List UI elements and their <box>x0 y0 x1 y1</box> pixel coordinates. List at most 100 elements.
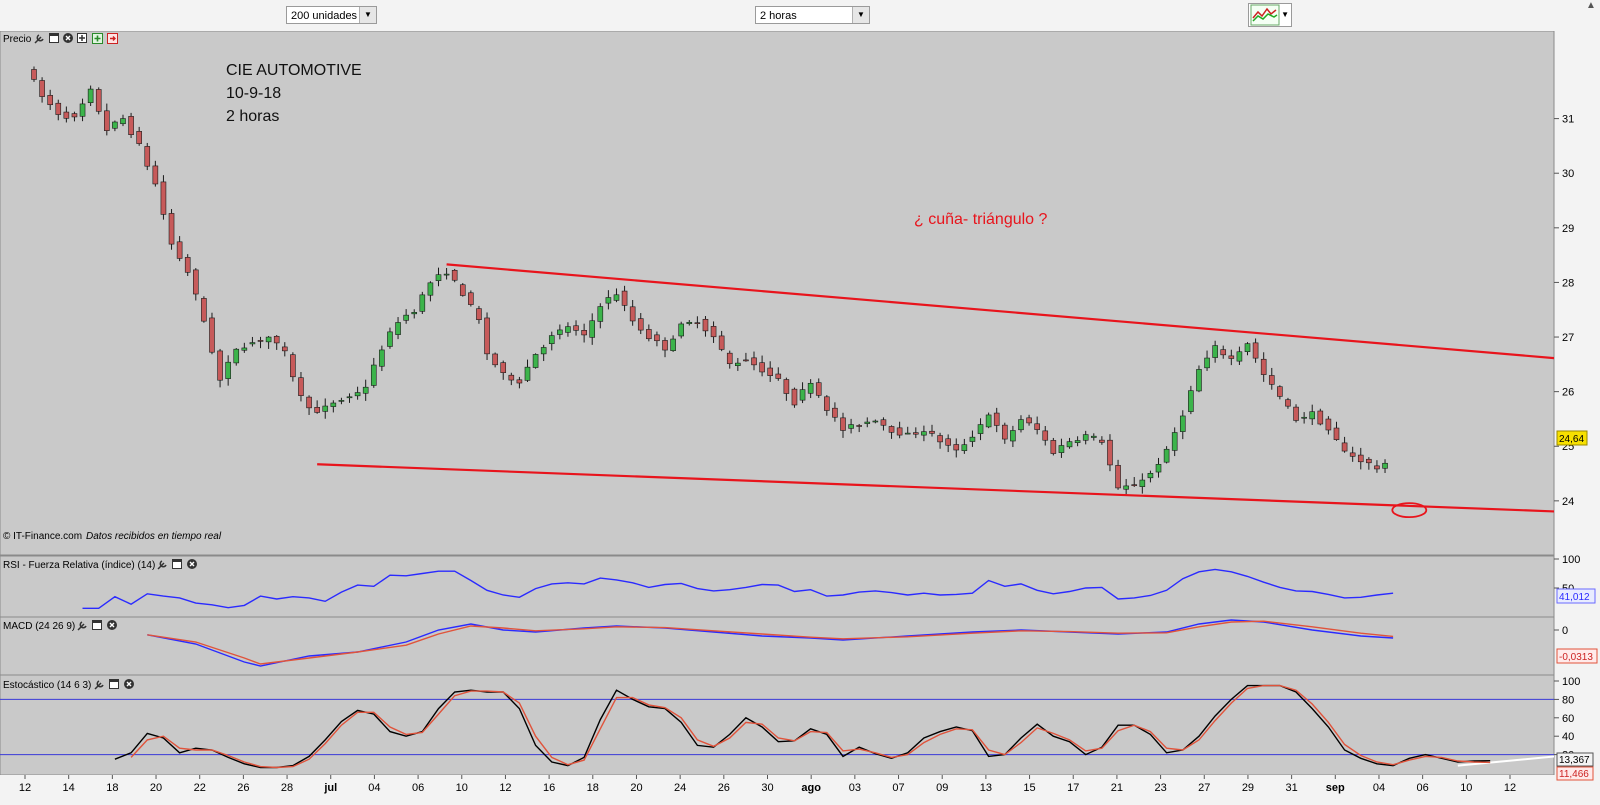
units-select[interactable]: 200 unidades ▼ <box>286 6 377 24</box>
candle-down <box>993 412 1000 426</box>
candle-down <box>508 374 515 381</box>
y-tick-label: 28 <box>1562 277 1574 289</box>
candle-down <box>184 257 191 273</box>
candle-down <box>468 292 474 305</box>
rsi-last-value: 41,012 <box>1559 592 1590 603</box>
chart-area: 3130292827262524 Precio RSI - Fuerza Rel… <box>0 31 1600 805</box>
candle-down <box>913 432 919 435</box>
candle-down <box>1349 452 1356 457</box>
candle-down <box>1034 423 1040 430</box>
source-realtime: Datos recibidos en tiempo real <box>86 531 222 542</box>
maximize-icon[interactable] <box>109 679 119 689</box>
candle-down <box>152 165 159 185</box>
candle-up <box>87 88 94 104</box>
export-icon[interactable] <box>107 33 118 44</box>
candle-up <box>807 382 814 394</box>
macd-panel <box>0 616 1555 676</box>
right-axis <box>1554 31 1600 805</box>
candle-up <box>848 424 854 429</box>
candle-up <box>1301 416 1307 419</box>
candle-down <box>1325 418 1332 431</box>
candle-down <box>459 284 466 296</box>
candle-down <box>1293 406 1299 421</box>
x-tick-label: 04 <box>1373 782 1385 794</box>
x-tick-label: 12 <box>499 782 511 794</box>
y-tick-label: 27 <box>1562 332 1574 344</box>
x-tick-label: 21 <box>1111 782 1123 794</box>
x-tick-label: 26 <box>237 782 249 794</box>
candle-down <box>702 318 709 332</box>
candle-up <box>354 392 361 397</box>
candle-up <box>1074 440 1081 443</box>
close-icon[interactable] <box>63 33 73 43</box>
x-tick-label: 31 <box>1285 782 1297 794</box>
add-indicator-icon[interactable] <box>77 33 87 43</box>
maximize-icon[interactable] <box>92 620 102 630</box>
x-tick-label: 23 <box>1154 782 1166 794</box>
candle-down <box>824 396 830 411</box>
scroll-up-icon[interactable]: ▲ <box>1582 0 1600 31</box>
y-tick-label: 100 <box>1562 676 1580 688</box>
units-select-value: 200 unidades <box>291 10 358 22</box>
chart-style-button[interactable]: ▼ <box>1248 3 1292 27</box>
candle-up <box>225 361 231 379</box>
close-icon[interactable] <box>187 559 197 569</box>
candle-up <box>1204 357 1210 369</box>
x-tick-label: 28 <box>281 782 293 794</box>
candle-down <box>726 352 733 365</box>
candle-up <box>346 396 353 399</box>
interval-select[interactable]: 2 horas ▼ <box>755 6 870 24</box>
candle-down <box>743 359 749 362</box>
candle-down <box>47 95 53 106</box>
candle-down <box>95 89 102 112</box>
price-last-value: 24,64 <box>1559 434 1584 445</box>
candle-up <box>1155 464 1162 473</box>
candle-down <box>1050 440 1057 454</box>
candle-up <box>1058 445 1065 453</box>
close-icon[interactable] <box>124 679 134 689</box>
candle-up <box>1179 415 1186 432</box>
candle-down <box>1107 439 1113 466</box>
x-tick-label: 12 <box>1504 782 1516 794</box>
add-study-icon[interactable] <box>92 33 103 44</box>
y-tick-label: 31 <box>1562 114 1574 126</box>
candle-up <box>362 386 369 394</box>
x-tick-label: 29 <box>1242 782 1254 794</box>
x-tick-label: 06 <box>1417 782 1429 794</box>
candle-up <box>678 323 685 337</box>
x-tick-label: 10 <box>456 782 468 794</box>
candle-up <box>403 314 409 321</box>
candle-up <box>370 364 377 386</box>
maximize-icon[interactable] <box>172 559 182 569</box>
x-tick-label: sep <box>1326 782 1345 794</box>
candle-up <box>249 342 256 345</box>
candle-up <box>969 436 976 442</box>
maximize-icon[interactable] <box>49 33 59 43</box>
y-tick-label: 30 <box>1562 168 1574 180</box>
candle-up <box>387 331 393 347</box>
candle-down <box>168 213 175 245</box>
x-tick-label: 18 <box>106 782 118 794</box>
candle-down <box>840 417 846 431</box>
y-tick-label: 26 <box>1562 387 1574 399</box>
candle-up <box>735 362 741 366</box>
candle-down <box>1277 386 1283 397</box>
interval-select-value: 2 horas <box>760 10 797 22</box>
candle-up <box>1139 479 1146 487</box>
candle-up <box>322 405 329 412</box>
candle-up <box>540 347 547 355</box>
close-icon[interactable] <box>107 620 117 630</box>
candle-down <box>767 367 773 376</box>
candle-up <box>977 424 984 434</box>
annotation-interval: 2 horas <box>226 108 279 125</box>
x-tick-label: 18 <box>587 782 599 794</box>
candle-chart-icon <box>1250 4 1280 26</box>
candle-down <box>217 350 223 381</box>
candle-down <box>1001 424 1008 440</box>
x-tick-label: 20 <box>630 782 642 794</box>
candle-down <box>953 444 960 451</box>
candle-down <box>1252 342 1259 359</box>
candle-up <box>613 294 620 301</box>
candle-up <box>1171 432 1178 451</box>
candle-down <box>144 146 151 167</box>
